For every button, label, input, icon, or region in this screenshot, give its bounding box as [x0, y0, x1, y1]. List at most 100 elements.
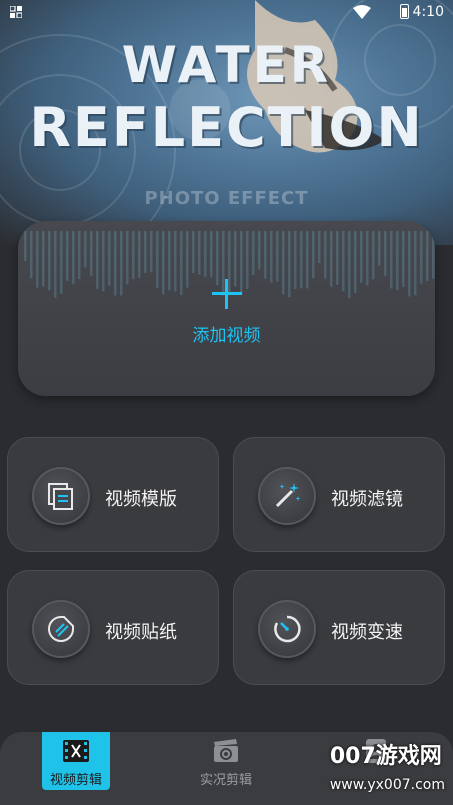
clapper-icon	[214, 739, 238, 762]
wave-bar	[270, 231, 273, 283]
wave-bar	[294, 231, 297, 290]
wave-bar	[330, 231, 333, 287]
battery-icon	[400, 4, 409, 19]
video-sticker-button[interactable]: 视频贴纸	[7, 570, 219, 685]
wave-bar	[324, 231, 327, 279]
video-speed-label: 视频变速	[331, 622, 403, 643]
wave-bar	[108, 231, 111, 286]
wave-bar	[24, 231, 27, 261]
wave-bar	[402, 231, 405, 287]
wave-bar	[78, 231, 81, 280]
wave-bar	[396, 231, 399, 291]
template-icon-circle	[32, 467, 90, 525]
magic-wand-icon	[275, 483, 301, 508]
video-sticker-label: 视频贴纸	[105, 622, 177, 643]
wave-bar	[390, 231, 393, 289]
wave-bar	[132, 231, 135, 280]
wave-bar	[210, 231, 213, 278]
wave-bar	[102, 231, 105, 292]
template-icon	[48, 483, 73, 510]
speed-icon-circle	[258, 600, 316, 658]
speed-icon	[274, 615, 301, 643]
nav-label-live-edit: 实况剪辑	[199, 773, 252, 788]
wave-bar	[288, 231, 291, 298]
hero-title-line2: REFLECTION	[29, 96, 424, 159]
add-video-label: 添加视频	[192, 326, 261, 346]
wifi-icon	[353, 5, 371, 19]
add-video-button[interactable]: 添加视频	[18, 221, 435, 396]
wave-bar	[126, 231, 129, 285]
wave-bar	[360, 231, 363, 283]
wave-bar	[36, 231, 39, 288]
notification-icon	[10, 6, 22, 18]
wave-bar	[198, 231, 201, 275]
wave-bar	[138, 231, 141, 278]
wave-bar	[306, 231, 309, 289]
wave-bar	[252, 231, 255, 276]
nav-label-video-edit: 视频剪辑	[49, 773, 102, 788]
wave-bar	[420, 231, 423, 284]
wave-bar	[54, 231, 57, 298]
wave-bar	[72, 231, 75, 285]
wave-bar	[150, 231, 153, 273]
wave-bar	[60, 231, 63, 294]
wave-bar	[66, 231, 69, 281]
nav-tab-live-edit[interactable]: 实况剪辑	[190, 732, 262, 805]
sticker-icon	[48, 616, 74, 642]
wave-bar	[276, 231, 279, 282]
watermark-main: 007游戏网	[329, 744, 442, 769]
wave-bar	[96, 231, 99, 289]
wave-bar	[354, 231, 357, 294]
wave-bar	[372, 231, 375, 280]
wave-bar	[414, 231, 417, 296]
wave-bar	[216, 231, 219, 286]
wave-bar	[408, 231, 411, 297]
wave-bar	[174, 231, 177, 292]
wave-bar	[156, 231, 159, 288]
wave-bar	[300, 231, 303, 289]
hero-title-line1: WATER	[121, 36, 332, 94]
hero-banner: WATER REFLECTION PHOTO EFFECT	[0, 0, 453, 245]
watermark-sub: www.yx007.com	[329, 777, 445, 793]
wave-bar	[186, 231, 189, 288]
video-speed-button[interactable]: 视频变速	[233, 570, 445, 685]
filter-icon-circle	[258, 467, 316, 525]
wave-bar	[378, 231, 381, 266]
wave-bar	[282, 231, 285, 295]
video-filter-button[interactable]: 视频滤镜	[233, 437, 445, 552]
wave-bar	[258, 231, 261, 270]
wave-bar	[204, 231, 207, 277]
wave-bar	[432, 231, 435, 279]
wave-bar	[168, 231, 171, 291]
wave-bar	[366, 231, 369, 286]
wave-bar	[114, 231, 117, 296]
nav-tab-video-edit[interactable]: 视频剪辑	[42, 732, 110, 805]
wave-bar	[336, 231, 339, 285]
wave-bar	[348, 231, 351, 298]
wave-bar	[90, 231, 93, 276]
video-filter-label: 视频滤镜	[331, 489, 403, 510]
hero-subtitle: PHOTO EFFECT	[144, 188, 309, 209]
wave-bar	[264, 231, 267, 279]
film-scissors-icon	[63, 740, 89, 762]
wave-bar	[30, 231, 33, 279]
wave-bar	[162, 231, 165, 295]
wave-bar	[180, 231, 183, 296]
wave-bar	[384, 231, 387, 277]
site-watermark: 007游戏网 www.yx007.com	[330, 738, 445, 795]
wave-bar	[48, 231, 51, 291]
wave-bar	[342, 231, 345, 292]
status-bar: 4:10	[0, 0, 453, 26]
wave-bar	[120, 231, 123, 296]
wave-bar	[318, 231, 321, 264]
wave-bar	[246, 231, 249, 290]
status-time: 4:10	[412, 4, 444, 20]
wave-bar	[192, 231, 195, 274]
wave-bar	[42, 231, 45, 287]
sticker-icon-circle	[32, 600, 90, 658]
video-template-button[interactable]: 视频模版	[7, 437, 219, 552]
wave-bar	[84, 231, 87, 268]
wave-bar	[312, 231, 315, 278]
plus-icon	[212, 279, 242, 309]
video-template-label: 视频模版	[105, 489, 177, 510]
